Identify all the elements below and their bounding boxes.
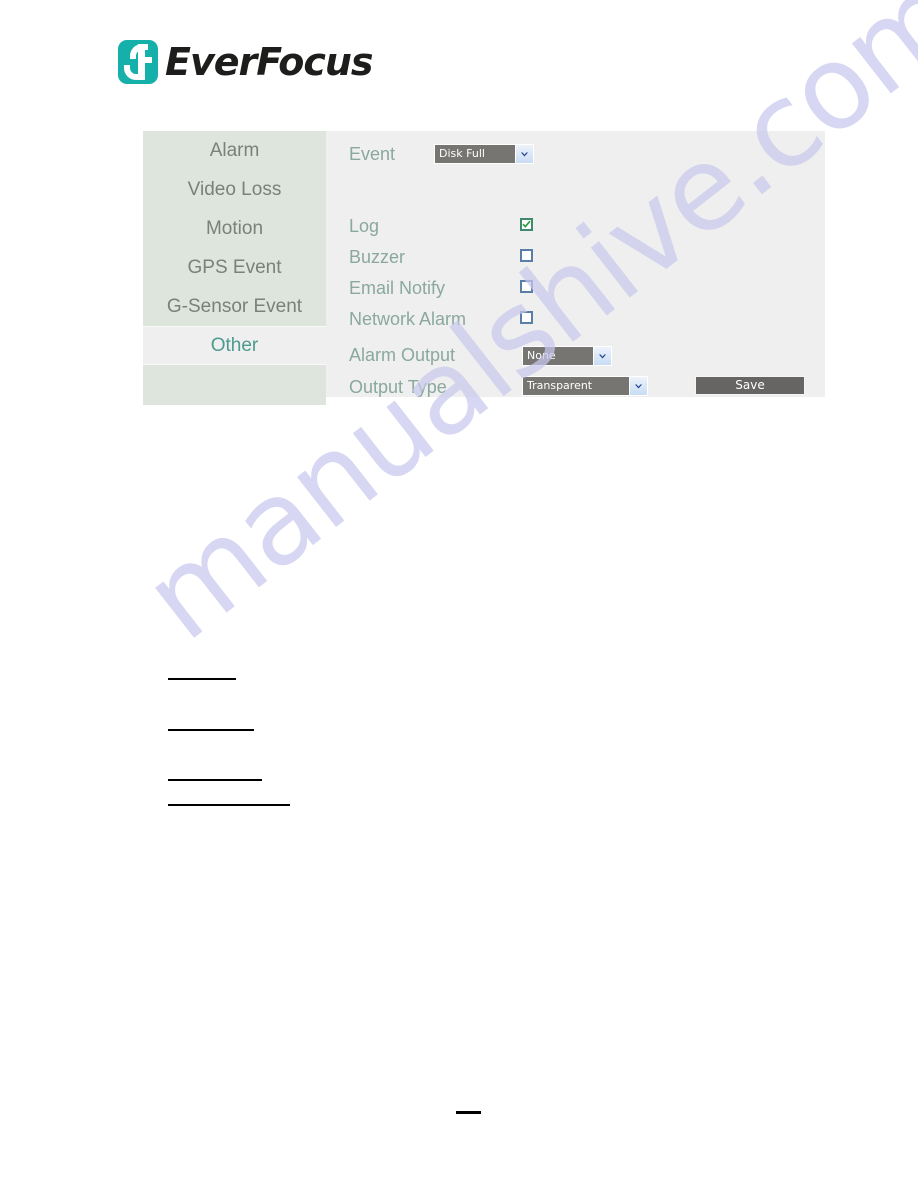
network-alarm-label: Network Alarm — [349, 308, 467, 329]
alarm-output-select-value: None — [523, 347, 593, 365]
sidebar-item-gps-event[interactable]: GPS Event — [143, 248, 326, 287]
sidebar-filler — [143, 365, 326, 405]
form-row-alarm-output: Alarm Output None — [326, 339, 825, 371]
chevron-down-icon[interactable] — [593, 347, 611, 365]
buzzer-label: Buzzer — [349, 246, 406, 267]
save-button[interactable]: Save — [695, 376, 805, 395]
buzzer-checkbox[interactable] — [520, 249, 533, 262]
log-label: Log — [349, 215, 380, 236]
chevron-down-icon[interactable] — [515, 145, 533, 163]
redacted-rule-2 — [168, 729, 254, 731]
redacted-page-number-rule — [456, 1111, 481, 1114]
output-type-select-value: Transparent — [523, 377, 629, 395]
event-label: Event — [349, 143, 396, 164]
alarm-output-label: Alarm Output — [349, 344, 456, 365]
brand-wordmark: EverFocus — [165, 40, 374, 84]
event-select[interactable]: Disk Full — [434, 144, 534, 164]
redacted-rule-3 — [168, 779, 262, 781]
sidebar-item-other[interactable]: Other — [143, 326, 326, 365]
event-form: Event Disk Full Log Buzzer Email Notify — [326, 131, 825, 397]
redacted-rule-1 — [168, 678, 236, 680]
log-checkbox[interactable] — [520, 218, 533, 231]
form-row-event: Event Disk Full — [326, 138, 825, 170]
sidebar-item-video-loss[interactable]: Video Loss — [143, 170, 326, 209]
form-row-log: Log — [326, 210, 825, 242]
sidebar-item-g-sensor-event[interactable]: G-Sensor Event — [143, 287, 326, 326]
event-select-value: Disk Full — [435, 145, 515, 163]
output-type-select[interactable]: Transparent — [522, 376, 648, 396]
redacted-rule-4 — [168, 804, 290, 806]
everfocus-f-logo-icon — [118, 40, 158, 84]
event-settings-panel: Alarm Video Loss Motion GPS Event G-Sens… — [143, 131, 825, 405]
email-notify-label: Email Notify — [349, 277, 446, 298]
email-notify-checkbox[interactable] — [520, 280, 533, 293]
output-type-label: Output Type — [349, 376, 447, 397]
chevron-down-icon[interactable] — [629, 377, 647, 395]
sidebar-item-alarm[interactable]: Alarm — [143, 131, 326, 170]
form-row-email-notify: Email Notify — [326, 272, 825, 304]
alarm-output-select[interactable]: None — [522, 346, 612, 366]
sidebar-nav: Alarm Video Loss Motion GPS Event G-Sens… — [143, 131, 326, 405]
form-row-network-alarm: Network Alarm — [326, 303, 825, 335]
sidebar-item-motion[interactable]: Motion — [143, 209, 326, 248]
network-alarm-checkbox[interactable] — [520, 311, 533, 324]
brand-logo: EverFocus — [118, 38, 374, 86]
form-row-buzzer: Buzzer — [326, 241, 825, 273]
